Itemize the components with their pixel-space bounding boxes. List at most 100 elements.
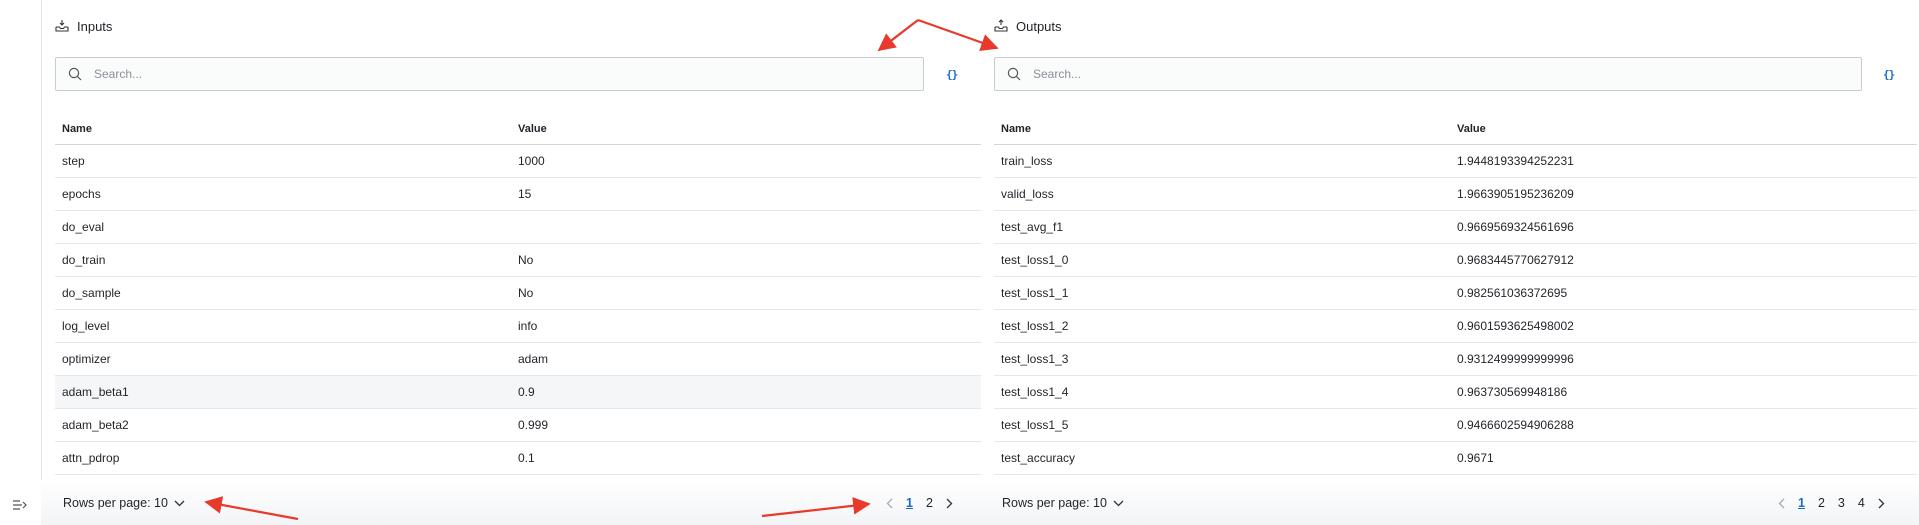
left-rail xyxy=(0,0,42,525)
chevron-left-icon[interactable] xyxy=(1778,498,1785,509)
table-row[interactable]: test_loss1_4 0.963730569948186 xyxy=(994,375,1917,409)
param-value xyxy=(511,210,981,244)
page-link-1[interactable]: 1 xyxy=(906,496,913,510)
column-header-value[interactable]: Value xyxy=(511,114,981,145)
collapse-panel-icon[interactable] xyxy=(12,499,28,511)
table-row[interactable]: epochs 15 xyxy=(55,177,981,211)
table-row[interactable]: test_accuracy 0.9671 xyxy=(994,441,1917,475)
metric-value: 1.9448193394252231 xyxy=(1450,144,1917,178)
inputs-rows-per-page[interactable]: Rows per page: 10 xyxy=(63,494,185,512)
param-value: adam xyxy=(511,342,981,376)
metric-value: 0.9683445770627912 xyxy=(1450,243,1917,277)
annotation-arrow xyxy=(877,19,919,52)
page-link-4[interactable]: 4 xyxy=(1858,496,1865,510)
metric-name: test_loss1_5 xyxy=(994,408,1450,442)
footer-bar xyxy=(41,480,1919,525)
rows-per-page-label: Rows per page: 10 xyxy=(1002,496,1107,510)
table-row[interactable]: do_train No xyxy=(55,243,981,277)
param-value: No xyxy=(511,276,981,310)
column-header-name[interactable]: Name xyxy=(55,114,511,145)
page-link-2[interactable]: 2 xyxy=(926,496,933,510)
metric-value: 0.9671 xyxy=(1450,441,1917,475)
table-row[interactable]: train_loss 1.9448193394252231 xyxy=(994,144,1917,178)
outputs-table: Name Value train_loss 1.9448193394252231 … xyxy=(994,114,1917,475)
param-name: adam_beta2 xyxy=(55,408,511,442)
table-header-row: Name Value xyxy=(994,114,1917,145)
metric-name: test_loss1_1 xyxy=(994,276,1450,310)
param-name: do_eval xyxy=(55,210,511,244)
table-row[interactable]: step 1000 xyxy=(55,144,981,178)
metric-name: test_loss1_2 xyxy=(994,309,1450,343)
metric-name: valid_loss xyxy=(994,177,1450,211)
param-value: No xyxy=(511,243,981,277)
table-row[interactable]: test_loss1_5 0.9466602594906288 xyxy=(994,408,1917,442)
param-name: optimizer xyxy=(55,342,511,376)
search-icon xyxy=(1007,67,1021,81)
table-row[interactable]: test_loss1_0 0.9683445770627912 xyxy=(994,243,1917,277)
metric-name: train_loss xyxy=(994,144,1450,178)
metric-value: 0.963730569948186 xyxy=(1450,375,1917,409)
param-name: log_level xyxy=(55,309,511,343)
metric-value: 0.9669569324561696 xyxy=(1450,210,1917,244)
metric-value: 1.9663905195236209 xyxy=(1450,177,1917,211)
param-value: 0.999 xyxy=(511,408,981,442)
metric-value: 0.9601593625498002 xyxy=(1450,309,1917,343)
inputs-header: Inputs xyxy=(55,16,112,36)
inputs-search-input[interactable] xyxy=(92,66,866,82)
inputs-table: Name Value step 1000 epochs 15 do_eval do_… xyxy=(55,114,981,475)
table-row[interactable]: adam_beta1 0.9 xyxy=(55,375,981,409)
page-link-3[interactable]: 3 xyxy=(1838,496,1845,510)
chevron-left-icon[interactable] xyxy=(886,498,893,509)
param-name: adam_beta1 xyxy=(55,375,511,409)
param-value: 15 xyxy=(511,177,981,211)
outputs-search-input[interactable] xyxy=(1031,66,1804,82)
table-row[interactable]: test_loss1_1 0.982561036372695 xyxy=(994,276,1917,310)
table-row[interactable]: do_sample No xyxy=(55,276,981,310)
param-value: 0.1 xyxy=(511,441,981,475)
page-link-2[interactable]: 2 xyxy=(1818,496,1825,510)
inputs-title: Inputs xyxy=(77,18,113,34)
inputs-search-box[interactable] xyxy=(55,57,924,91)
outputs-json-toggle[interactable]: {} xyxy=(1883,68,1895,81)
metric-name: test_avg_f1 xyxy=(994,210,1450,244)
outputs-title: Outputs xyxy=(1016,18,1062,34)
inputs-json-toggle[interactable]: {} xyxy=(946,68,958,81)
param-name: epochs xyxy=(55,177,511,211)
page-link-1[interactable]: 1 xyxy=(1798,496,1805,510)
table-row[interactable]: test_loss1_3 0.9312499999999996 xyxy=(994,342,1917,376)
metric-value: 0.982561036372695 xyxy=(1450,276,1917,310)
table-row[interactable]: test_avg_f1 0.9669569324561696 xyxy=(994,210,1917,244)
chevron-right-icon[interactable] xyxy=(1878,498,1885,509)
param-name: attn_pdrop xyxy=(55,441,511,475)
outputs-rows-per-page[interactable]: Rows per page: 10 xyxy=(1002,494,1124,512)
chevron-down-icon xyxy=(174,500,185,506)
inputs-tray-icon xyxy=(55,20,69,32)
chevron-right-icon[interactable] xyxy=(946,498,953,509)
metric-name: test_accuracy xyxy=(994,441,1450,475)
table-row[interactable]: test_loss1_2 0.9601593625498002 xyxy=(994,309,1917,343)
outputs-search-box[interactable] xyxy=(994,57,1862,91)
table-row[interactable]: optimizer adam xyxy=(55,342,981,376)
column-header-value[interactable]: Value xyxy=(1450,114,1917,145)
metric-name: test_loss1_3 xyxy=(994,342,1450,376)
metric-value: 0.9466602594906288 xyxy=(1450,408,1917,442)
rows-per-page-label: Rows per page: 10 xyxy=(63,496,168,510)
table-row[interactable]: valid_loss 1.9663905195236209 xyxy=(994,177,1917,211)
metric-name: test_loss1_0 xyxy=(994,243,1450,277)
metric-name: test_loss1_4 xyxy=(994,375,1450,409)
table-header-row: Name Value xyxy=(55,114,981,145)
table-row[interactable]: adam_beta2 0.999 xyxy=(55,408,981,442)
table-row[interactable]: log_level info xyxy=(55,309,981,343)
chevron-down-icon xyxy=(1113,500,1124,506)
param-name: do_train xyxy=(55,243,511,277)
inputs-pagination: 1 2 xyxy=(886,494,953,512)
outputs-pagination: 1 2 3 4 xyxy=(1778,494,1885,512)
metric-value: 0.9312499999999996 xyxy=(1450,342,1917,376)
table-row[interactable]: do_eval xyxy=(55,210,981,244)
column-header-name[interactable]: Name xyxy=(994,114,1450,145)
annotation-arrow xyxy=(917,18,999,52)
table-row[interactable]: attn_pdrop 0.1 xyxy=(55,441,981,475)
param-name: step xyxy=(55,144,511,178)
param-value: 1000 xyxy=(511,144,981,178)
param-value: info xyxy=(511,309,981,343)
